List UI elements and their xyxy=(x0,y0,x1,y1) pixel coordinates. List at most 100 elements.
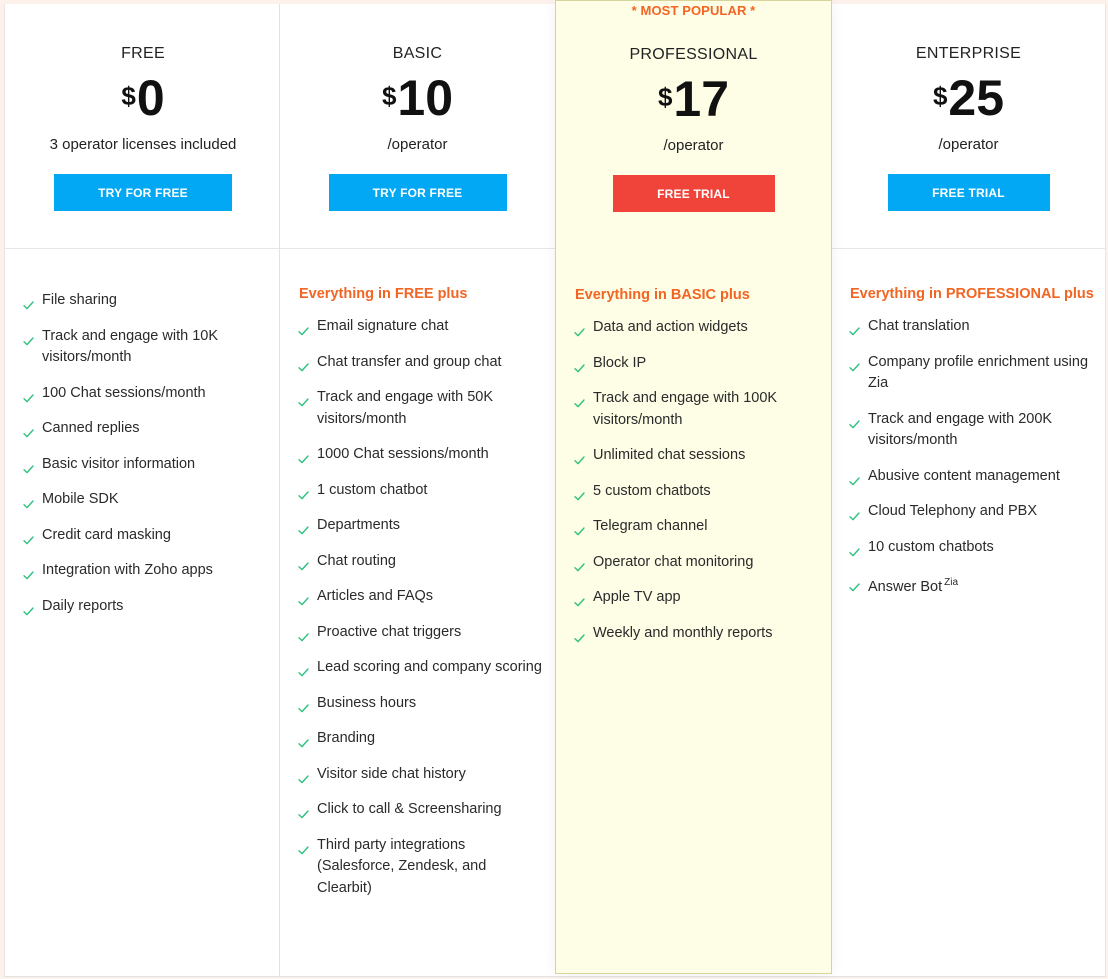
feature-list: File sharing Track and engage with 10K vi… xyxy=(23,290,269,631)
feature-label: Branding xyxy=(317,730,376,746)
check-icon xyxy=(298,805,309,819)
feature-item: Articles and FAQs xyxy=(298,586,543,608)
feature-item: Proactive chat triggers xyxy=(298,622,543,644)
feature-list: Everything in FREE plus Email signature c… xyxy=(298,286,543,913)
feature-label: Track and engage with 200K visitors/mont… xyxy=(868,410,1053,449)
plan-name: PROFESSIONAL xyxy=(629,46,758,63)
currency-symbol: $ xyxy=(932,81,948,111)
feature-item: Canned replies xyxy=(23,418,269,440)
plan-header: FREE $0 3 operator licenses included TRY… xyxy=(5,4,281,248)
feature-label: Data and action widgets xyxy=(593,319,748,335)
feature-label: Visitor side chat history xyxy=(317,765,466,782)
feature-item: Departments xyxy=(298,515,543,537)
feature-item: Track and engage with 10K visitors/month xyxy=(23,326,269,369)
feature-label: Chat routing xyxy=(317,552,396,569)
check-icon xyxy=(298,450,309,464)
price-note: /operator xyxy=(387,136,448,153)
feature-item: Credit card masking xyxy=(23,525,269,547)
feature-label: Daily reports xyxy=(42,597,124,614)
free-trial-button[interactable]: FREE TRIAL xyxy=(612,175,775,212)
feature-list: Everything in BASIC plus Data and action … xyxy=(574,287,819,658)
feature-label: 1000 Chat sessions/month xyxy=(317,446,489,462)
check-icon xyxy=(849,322,860,336)
check-icon xyxy=(23,389,34,402)
feature-label: Answer Bot xyxy=(868,579,943,595)
feature-label: Chat transfer and group chat xyxy=(317,353,502,370)
feature-item: Telegram channel xyxy=(574,516,819,538)
check-icon xyxy=(23,460,34,473)
plan-header: ENTERPRISE $25 /operator FREE TRIAL xyxy=(831,4,1106,248)
check-icon xyxy=(23,602,34,615)
price-note: /operator xyxy=(938,136,999,153)
check-icon xyxy=(23,495,34,509)
price-amount: 25 xyxy=(948,70,1005,126)
check-icon xyxy=(849,472,860,485)
feature-label: Credit card masking xyxy=(42,526,171,543)
feature-item: 1000 Chat sessions/month xyxy=(298,444,543,466)
feature-item: Chat routing xyxy=(298,551,543,573)
feature-label: Canned replies xyxy=(42,420,140,436)
check-icon xyxy=(574,487,585,500)
price-amount: 17 xyxy=(673,71,730,127)
currency-symbol: $ xyxy=(121,81,136,111)
plan-price: $17 xyxy=(556,69,831,129)
feature-label: Weekly and monthly reports xyxy=(593,624,773,641)
plan-header: * MOST POPULAR * PROFESSIONAL $17 /opera… xyxy=(556,1,831,249)
currency-symbol: $ xyxy=(381,81,397,111)
feature-item: Chat translation xyxy=(849,316,1094,338)
feature-item: Operator chat monitoring xyxy=(574,552,819,574)
check-icon xyxy=(298,734,309,748)
feature-item: Unlimited chat sessions xyxy=(574,445,819,467)
feature-item: Company profile enrichment using Zia xyxy=(849,352,1094,395)
currency-symbol: $ xyxy=(657,82,673,112)
feature-label: Track and engage with 100K visitors/mont… xyxy=(593,390,778,428)
feature-label: Basic visitor information xyxy=(42,455,196,472)
check-icon xyxy=(849,507,860,521)
feature-label: Apple TV app xyxy=(593,589,681,605)
feature-label: Click to call & Screensharing xyxy=(317,801,502,817)
check-icon xyxy=(298,770,309,783)
check-icon xyxy=(574,394,585,408)
feature-list: Everything in PROFESSIONAL plus Chat tran… xyxy=(849,286,1094,613)
try-for-free-button[interactable]: TRY FOR FREE xyxy=(54,174,232,211)
feature-item: 1 custom chatbot xyxy=(298,480,543,502)
try-for-free-button[interactable]: TRY FOR FREE xyxy=(328,174,507,211)
feature-label: Company profile enrichment using Zia xyxy=(868,353,1089,392)
check-icon xyxy=(298,557,309,570)
check-icon xyxy=(574,359,585,372)
feature-label: Cloud Telephony and PBX xyxy=(868,503,1038,519)
check-icon xyxy=(298,699,309,712)
check-icon xyxy=(298,393,309,407)
check-icon xyxy=(574,451,585,465)
feature-item: File sharing xyxy=(23,290,269,312)
feature-item: Branding xyxy=(298,728,543,750)
check-icon xyxy=(574,558,585,571)
feature-item: Email signature chat xyxy=(298,316,543,338)
feature-label: Block IP xyxy=(593,354,647,371)
feature-label: Operator chat monitoring xyxy=(593,553,754,570)
check-icon xyxy=(23,424,34,438)
check-icon xyxy=(574,629,585,642)
check-icon xyxy=(298,486,309,499)
plan-name: ENTERPRISE xyxy=(915,45,1022,62)
feature-item: Click to call & Screensharing xyxy=(298,799,543,821)
free-trial-button[interactable]: FREE TRIAL xyxy=(887,174,1050,211)
feature-label: File sharing xyxy=(42,292,117,308)
check-icon xyxy=(23,332,34,345)
feature-item: Abusive content management xyxy=(849,466,1094,488)
feature-item: Third party integrations (Salesforce, Ze… xyxy=(298,835,543,900)
feature-item: Basic visitor information xyxy=(23,454,269,476)
check-icon xyxy=(574,593,585,607)
feature-label: Proactive chat triggers xyxy=(317,623,462,640)
feature-label: Third party integrations (Salesforce, Ze… xyxy=(317,836,487,896)
plan-price: $25 xyxy=(831,68,1106,128)
feature-item: Visitor side chat history xyxy=(298,764,543,786)
plan-name: BASIC xyxy=(392,45,443,62)
price-note: /operator xyxy=(663,137,724,154)
feature-label: 100 Chat sessions/month xyxy=(42,384,206,401)
check-icon xyxy=(298,521,309,535)
most-popular-badge: * MOST POPULAR * xyxy=(631,3,756,18)
check-icon xyxy=(574,522,585,536)
check-icon xyxy=(23,296,34,310)
feature-item: Lead scoring and company scoring xyxy=(298,657,543,679)
